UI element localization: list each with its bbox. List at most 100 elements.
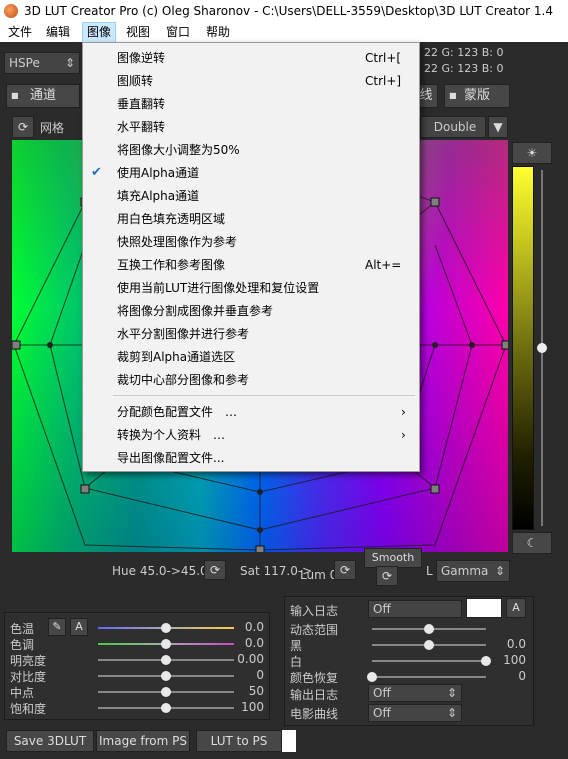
right-slider-track[interactable] (372, 660, 486, 662)
right-slider-knob[interactable] (367, 672, 377, 682)
lightness-slider-knob[interactable] (537, 343, 547, 353)
image-menu-item[interactable]: 垂直翻转 (83, 93, 419, 115)
color-preview-swatch (282, 730, 296, 752)
image-from-ps-button[interactable]: Image from PS (96, 730, 190, 752)
right-slider-value: 0.0 (506, 637, 526, 651)
dark-mode-button[interactable]: ☾ (512, 532, 552, 554)
image-menu-item[interactable]: 水平分割图像并进行参考 (83, 323, 419, 345)
smooth-reset-button[interactable]: ⟳ (376, 566, 398, 586)
smooth-label: Smooth (371, 551, 415, 564)
image-menu-item[interactable]: 水平翻转 (83, 116, 419, 138)
left-slider-knob[interactable] (161, 703, 171, 713)
image-menu-item-shortcut: Ctrl+] (365, 74, 402, 88)
window-title: 3D LUT Creator Pro (c) Oleg Sharonov - C… (24, 4, 554, 18)
input-auto-button[interactable]: A (506, 598, 526, 618)
image-menu-item-label: 分配颜色配置文件 … (117, 405, 238, 419)
precision-dropdown-button[interactable]: ▼ (488, 116, 508, 138)
grid-label: 网格 (40, 121, 65, 135)
refresh-button[interactable]: ⟳ (12, 116, 34, 138)
eyedropper-icon: ✎ (52, 620, 62, 633)
image-menu-item[interactable]: 图顺转 Ctrl+] (83, 70, 419, 92)
input-log-select[interactable]: Off (368, 600, 462, 618)
image-menu-item-label: 导出图像配置文件... (117, 451, 225, 465)
image-menu-item-label: 裁切中心部分图像和参考 (117, 373, 250, 387)
right-slider-knob[interactable] (424, 624, 434, 634)
input-log-label: 输入日志 (290, 604, 339, 618)
lum-reset-button[interactable]: ⟳ (334, 560, 356, 580)
left-slider-value: 0.0 (244, 620, 264, 634)
image-menu-item-label: 用白色填充透明区域 (117, 212, 226, 226)
left-slider-knob[interactable] (161, 639, 171, 649)
right-slider-label: 动态范围 (290, 623, 339, 637)
refresh-icon: ⟳ (209, 563, 221, 577)
image-menu-item-shortcut: Alt+= (365, 258, 402, 272)
input-log-value: Off (373, 602, 391, 616)
brightness-button[interactable]: ☀ (512, 142, 552, 164)
image-menu-item[interactable]: 裁切中心部分图像和参考 (83, 369, 419, 391)
image-menu-item[interactable]: 分配颜色配置文件 … › (83, 401, 419, 423)
right-slider-value: 0 (518, 669, 526, 683)
output-log-select[interactable]: Off ⇕ (368, 684, 462, 702)
hue-reset-button[interactable]: ⟳ (204, 560, 226, 580)
updown-icon: ⇕ (446, 686, 457, 700)
left-slider-value: 0.0 (244, 636, 264, 650)
image-menu-item[interactable]: 图像逆转 Ctrl+[ (83, 47, 419, 69)
menu-window[interactable]: 窗口 (162, 22, 194, 42)
l-label: L (426, 564, 433, 578)
menu-file[interactable]: 文件 (4, 22, 36, 42)
image-menu-item[interactable]: 互换工作和参考图像 Alt+= (83, 254, 419, 276)
image-menu-item[interactable]: 将图像大小调整为50% (83, 139, 419, 161)
left-slider-label: 色调 (10, 638, 35, 652)
left-slider-knob[interactable] (161, 687, 171, 697)
sun-icon: ☀ (526, 146, 538, 160)
image-menu-item[interactable]: 用白色填充透明区域 (83, 208, 419, 230)
film-curve-select[interactable]: Off ⇕ (368, 704, 462, 722)
save-3dlut-label: Save 3DLUT (13, 734, 87, 748)
left-slider-knob[interactable] (161, 655, 171, 665)
image-menu-item[interactable]: 填充Alpha通道 (83, 185, 419, 207)
chevron-down-icon: ▼ (493, 120, 503, 134)
menu-help[interactable]: 帮助 (202, 22, 234, 42)
image-menu-item[interactable]: 使用当前LUT进行图像处理和复位设置 (83, 277, 419, 299)
lut-to-ps-label: LUT to PS (210, 734, 268, 748)
gamma-select[interactable]: Gamma ⇕ (436, 560, 510, 582)
chevron-right-icon: › (401, 405, 406, 419)
right-slider-value: 100 (503, 653, 526, 667)
image-menu-item-label: 将图像大小调整为50% (117, 143, 240, 157)
image-menu-item-label: 图顺转 (117, 74, 154, 88)
right-slider-track[interactable] (372, 676, 486, 678)
mode-select[interactable]: HSPe ⇕ (4, 52, 80, 74)
lut-to-ps-button[interactable]: LUT to PS (196, 730, 282, 752)
tab-mask[interactable]: ■ 蒙版 (444, 84, 510, 108)
eyedropper-button[interactable]: ✎ (48, 618, 66, 636)
image-menu-item[interactable]: 导出图像配置文件... (83, 447, 419, 469)
image-menu-item[interactable]: 将图像分割成图像并垂直参考 (83, 300, 419, 322)
menu-edit[interactable]: 编辑 (42, 22, 74, 42)
image-menu-item-label: 垂直翻转 (117, 97, 166, 111)
menu-view[interactable]: 视图 (122, 22, 154, 42)
checkmark-icon: ✔ (91, 165, 102, 180)
chevron-right-icon: › (401, 428, 406, 442)
menu-image[interactable]: 图像 (82, 22, 117, 44)
image-menu-dropdown: 图像逆转 Ctrl+[图顺转 Ctrl+] 垂直翻转 水平翻转 将图像大小调整为50% ✔ 使… (82, 42, 420, 472)
mode-select-value: HSPe (9, 56, 40, 70)
precision-select[interactable]: Double (420, 116, 486, 138)
tab-channel[interactable]: ■ 通道 (6, 84, 80, 108)
save-3dlut-button[interactable]: Save 3DLUT (6, 730, 94, 752)
smooth-button[interactable]: Smooth (364, 548, 422, 568)
image-menu-item[interactable]: 快照处理图像作为参考 (83, 231, 419, 253)
moon-icon: ☾ (526, 536, 538, 550)
input-auto-label: A (512, 601, 520, 614)
info-readout-1: 22 G: 123 B: 0 (424, 46, 504, 59)
auto-button[interactable]: A (70, 618, 88, 636)
color-swatch[interactable] (466, 598, 502, 618)
left-slider-value: 0 (256, 668, 264, 682)
lightness-gradient-bar (512, 166, 534, 530)
image-menu-item-shortcut: Ctrl+[ (365, 51, 402, 65)
image-menu-item[interactable]: 裁剪到Alpha通道选区 (83, 346, 419, 368)
left-slider-knob[interactable] (161, 671, 171, 681)
left-slider-knob[interactable] (161, 623, 171, 633)
image-menu-item[interactable]: 转换为个人资料 … › (83, 424, 419, 446)
right-slider-knob[interactable] (424, 640, 434, 650)
image-menu-item[interactable]: ✔ 使用Alpha通道 (83, 162, 419, 184)
